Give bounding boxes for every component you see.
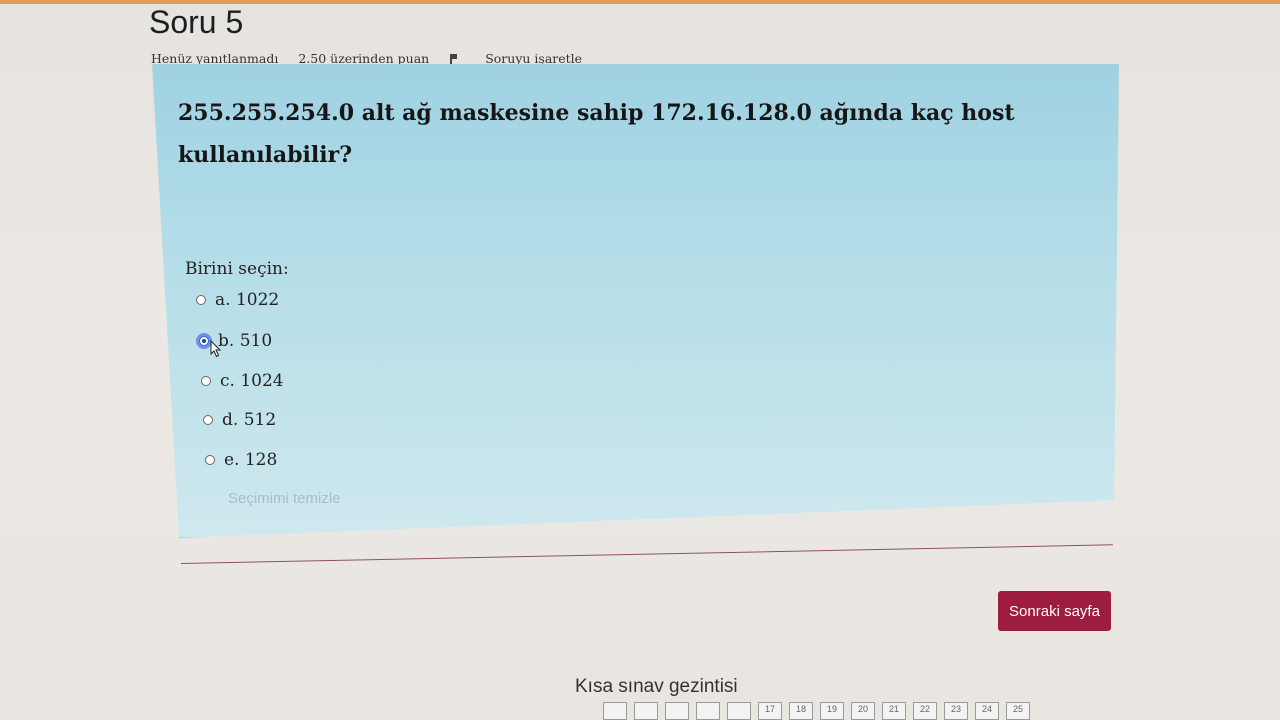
- option-e[interactable]: e. 128: [205, 450, 277, 470]
- nav-page-button[interactable]: 19: [820, 702, 844, 720]
- nav-page-button[interactable]: [634, 702, 658, 720]
- points-text: 2.50 üzerinden puan: [298, 51, 430, 66]
- option-c-label: c. 1024: [220, 371, 284, 391]
- flag-icon: [449, 53, 459, 65]
- option-b-label: b. 510: [218, 331, 273, 351]
- option-c[interactable]: c. 1024: [201, 371, 284, 391]
- nav-page-button[interactable]: 22: [913, 702, 937, 720]
- option-e-label: e. 128: [224, 450, 278, 470]
- page-title: Soru 5: [149, 4, 244, 40]
- option-d[interactable]: d. 512: [203, 410, 276, 430]
- nav-page-button[interactable]: [603, 702, 627, 720]
- clear-selection-link[interactable]: Seçimimi temizle: [228, 490, 341, 507]
- nav-page-button[interactable]: 20: [851, 702, 875, 720]
- nav-page-button[interactable]: 21: [882, 702, 906, 720]
- option-d-label: d. 512: [222, 410, 277, 430]
- radio-e[interactable]: [205, 455, 215, 465]
- option-a-label: a. 1022: [215, 290, 280, 310]
- answer-prompt: Birini seçin:: [185, 259, 289, 279]
- nav-page-button[interactable]: [665, 702, 689, 720]
- option-a[interactable]: a. 1022: [196, 290, 279, 310]
- quiz-navigation-title: Kısa sınav gezintisi: [575, 676, 738, 697]
- nav-page-button[interactable]: [727, 702, 751, 720]
- next-page-button[interactable]: Sonraki sayfa: [998, 591, 1111, 631]
- nav-page-button[interactable]: 24: [975, 702, 999, 720]
- nav-page-button[interactable]: 25: [1006, 702, 1030, 720]
- nav-page-button[interactable]: 17: [758, 702, 782, 720]
- question-meta: Henüz yanıtlanmadı 2.50 üzerinden puan S…: [151, 51, 622, 66]
- radio-c[interactable]: [201, 376, 211, 386]
- quiz-navigation: 17 18 19 20 21 22 23 24 25: [603, 702, 1030, 720]
- question-text: 255.255.254.0 alt ağ maskesine sahip 172…: [178, 100, 1015, 168]
- radio-a[interactable]: [196, 295, 206, 305]
- section-divider: [180, 544, 1113, 564]
- flag-question-link[interactable]: Soruyu işaretle: [449, 51, 602, 66]
- mouse-pointer-icon: [210, 340, 222, 358]
- status-text: Henüz yanıtlanmadı: [151, 51, 279, 66]
- flag-label: Soruyu işaretle: [485, 51, 583, 66]
- radio-d[interactable]: [203, 415, 213, 425]
- nav-page-button[interactable]: [696, 702, 720, 720]
- nav-page-button[interactable]: 23: [944, 702, 968, 720]
- nav-page-button[interactable]: 18: [789, 702, 813, 720]
- radio-b[interactable]: [196, 333, 212, 349]
